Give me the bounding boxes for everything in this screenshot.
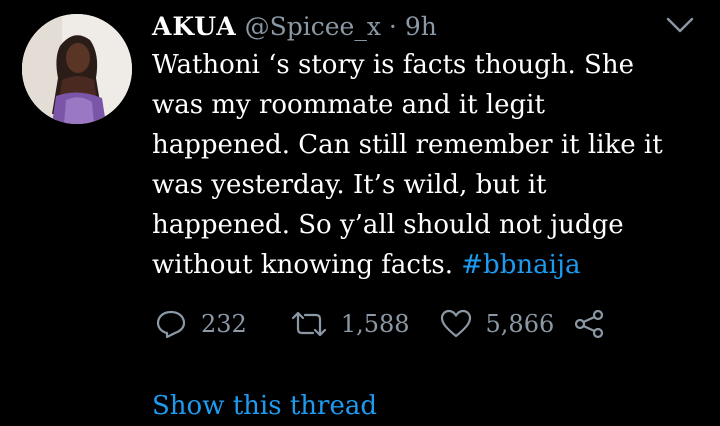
author-handle[interactable]: @Spicee_x (245, 12, 381, 41)
author-name[interactable]: AKUA (152, 12, 237, 41)
tweet-header: AKUA @Spicee_x · 9h (152, 10, 437, 44)
like-button[interactable]: 5,866 (440, 309, 575, 339)
tweet-text-line: happened. Can still remember it like it (152, 130, 663, 160)
share-icon (574, 309, 606, 339)
tweet-timestamp[interactable]: 9h (405, 12, 437, 41)
reply-icon (155, 309, 187, 339)
retweet-icon (289, 309, 329, 339)
reply-count: 232 (201, 310, 247, 338)
avatar[interactable] (22, 14, 132, 124)
show-thread-link[interactable]: Show this thread (152, 386, 377, 426)
retweet-count: 1,588 (340, 310, 410, 338)
tweet-text: Wathoni ‘s story is facts though. She wa… (152, 45, 712, 285)
reply-button[interactable]: 232 (155, 309, 289, 339)
retweet-button[interactable]: 1,588 (289, 309, 440, 339)
hashtag-link[interactable]: #bbnaija (461, 250, 580, 280)
tweet-text-line: without knowing facts. (152, 250, 453, 280)
chevron-down-icon[interactable] (664, 12, 696, 38)
tweet-text-line-last: without knowing facts. #bbnaija (152, 245, 712, 285)
tweet-text-line: was my roommate and it legit (152, 90, 545, 120)
share-button[interactable] (574, 309, 606, 339)
tweet-text-line: was yesterday. It’s wild, but it (152, 170, 547, 200)
heart-icon (440, 309, 472, 339)
separator-dot: · (388, 12, 397, 41)
tweet-text-line: happened. So y’all should not judge (152, 210, 624, 240)
tweet-text-line: Wathoni ‘s story is facts though. She (152, 50, 634, 80)
like-count: 5,866 (485, 310, 555, 338)
tweet[interactable]: AKUA @Spicee_x · 9h Wathoni ‘s story is … (0, 0, 720, 426)
tweet-actions: 232 1,588 5,866 (155, 302, 606, 346)
